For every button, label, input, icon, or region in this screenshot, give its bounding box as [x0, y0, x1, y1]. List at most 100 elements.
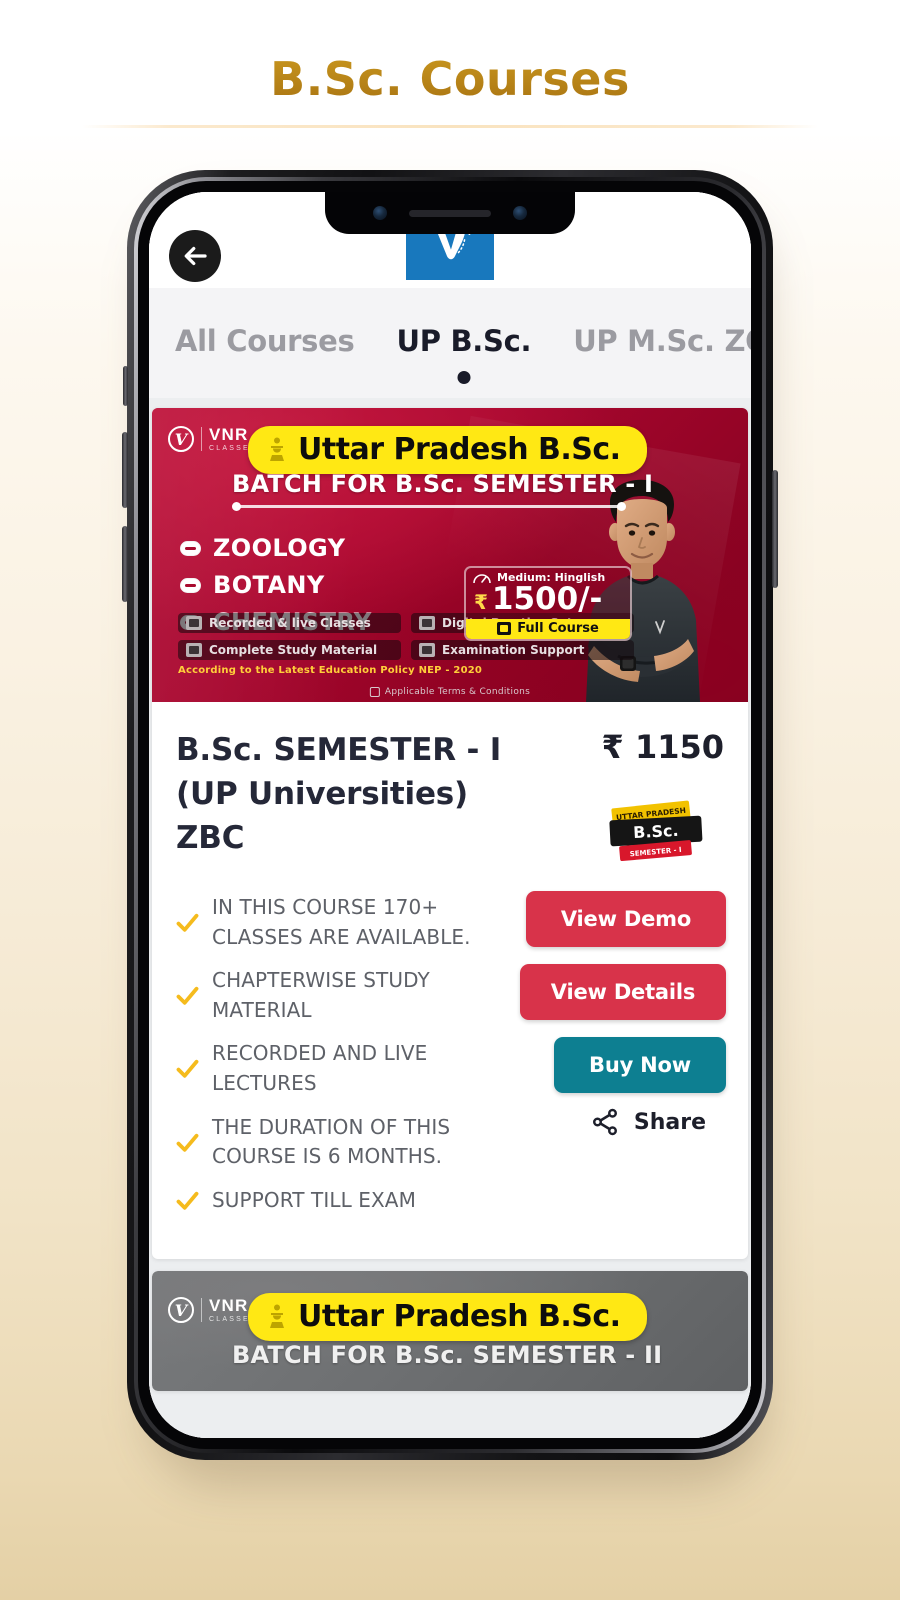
ashoka-emblem-icon	[270, 437, 284, 461]
share-icon	[592, 1108, 617, 1136]
feature-item: THE DURATION OF THIS COURSE IS 6 MONTHS.	[174, 1113, 508, 1172]
feature-item: RECORDED AND LIVE LECTURES	[174, 1039, 508, 1098]
tab-up-bsc[interactable]: UP B.Sc.	[396, 324, 531, 362]
phone-frame-outer: All Courses UP B.Sc. UP M.Sc. ZOO	[122, 170, 778, 1460]
rupee-icon: ₹	[474, 590, 488, 614]
course-tabs[interactable]: All Courses UP B.Sc. UP M.Sc. ZOO	[149, 288, 751, 398]
subject-item: ZOOLOGY	[180, 534, 372, 562]
check-icon	[176, 913, 199, 932]
vnr-mark-icon: V	[168, 426, 194, 452]
course-title: B.Sc. SEMESTER - I (UP Universities) ZBC	[176, 732, 502, 857]
practice-icon	[419, 616, 435, 630]
next-brand-logo: V VNR CLASSES	[168, 1297, 257, 1324]
banner-brand-logo: V VNR CLASSES	[168, 426, 257, 452]
back-button[interactable]	[169, 230, 221, 282]
view-demo-button[interactable]: View Demo	[526, 891, 726, 947]
feature-item: CHAPTERWISE STUDY MATERIAL	[174, 966, 508, 1025]
feature-label: SUPPORT TILL EXAM	[212, 1187, 416, 1212]
next-batch-line: BATCH FOR B.Sc. SEMESTER - II	[232, 1341, 663, 1370]
page-title: B.Sc. Courses	[0, 52, 900, 106]
svg-text:B.Sc.: B.Sc.	[633, 821, 679, 842]
banner-full-course-tag: Full Course	[466, 619, 630, 639]
banner-price-value: 1500/-	[491, 581, 603, 617]
banner-batch-line: BATCH FOR B.Sc. SEMESTER - I	[232, 470, 654, 498]
course-actions: View Demo View Details Buy Now Share	[516, 887, 726, 1229]
banner-nep-line: According to the Latest Education Policy…	[178, 665, 483, 676]
feature-item: IN THIS COURSE 170+ CLASSES ARE AVAILABL…	[174, 893, 508, 952]
check-icon	[176, 1060, 199, 1079]
feature-label: CHAPTERWISE STUDY MATERIAL	[212, 968, 430, 1022]
course-list[interactable]: V VNR CLASSES Uttar Pradesh B.Sc. BATCH …	[149, 398, 751, 1438]
video-icon	[186, 616, 202, 630]
banner-title-pill: Uttar Pradesh B.Sc.	[248, 426, 647, 474]
phone-bezel: All Courses UP B.Sc. UP M.Sc. ZOO	[138, 181, 762, 1449]
front-camera-icon	[373, 206, 387, 220]
feature-tag-label: Examination Support	[442, 643, 585, 657]
course-card[interactable]: V VNR CLASSES Uttar Pradesh B.Sc. BATCH …	[152, 408, 748, 1260]
phone-notch	[325, 192, 575, 234]
subject-label: BOTANY	[213, 571, 325, 599]
pill-text: Uttar Pradesh B.Sc.	[298, 432, 621, 467]
feature-tag: Examination Support	[411, 640, 634, 660]
ashoka-emblem-icon	[270, 1304, 284, 1328]
course-banner[interactable]: V VNR CLASSES Uttar Pradesh B.Sc. BATCH …	[152, 408, 748, 702]
feature-item: SUPPORT TILL EXAM	[174, 1186, 508, 1216]
next-title-pill: Uttar Pradesh B.Sc.	[248, 1293, 647, 1342]
face-sensor-icon	[513, 206, 527, 220]
power-button[interactable]	[772, 470, 778, 588]
share-button[interactable]: Share	[590, 1107, 726, 1137]
banner-rule	[232, 502, 626, 511]
title-divider	[82, 125, 818, 128]
banner-price: ₹1500/-	[466, 584, 630, 619]
tab-all-courses[interactable]: All Courses	[175, 324, 355, 362]
phone-mockup: All Courses UP B.Sc. UP M.Sc. ZOO	[122, 170, 778, 1486]
phone-frame-mid: All Courses UP B.Sc. UP M.Sc. ZOO	[134, 177, 766, 1453]
gauge-icon	[473, 573, 491, 583]
next-course-card[interactable]: V VNR CLASSES Uttar Pradesh B.Sc. BATCH …	[152, 1271, 748, 1392]
volume-up-button[interactable]	[122, 432, 128, 508]
banner-terms-line: Applicable Terms & Conditions	[369, 687, 531, 697]
course-details: IN THIS COURSE 170+ CLASSES ARE AVAILABL…	[152, 883, 748, 1259]
volume-down-button[interactable]	[122, 526, 128, 602]
page-header: B.Sc. Courses	[0, 0, 900, 136]
terms-label: Applicable Terms & Conditions	[384, 687, 531, 697]
arrow-left-icon	[184, 246, 207, 266]
info-icon	[369, 687, 380, 697]
view-details-button[interactable]: View Details	[520, 964, 726, 1020]
book-icon	[497, 622, 512, 635]
brand-divider	[201, 427, 202, 451]
check-icon	[176, 1191, 199, 1210]
tab-up-msc-zoo[interactable]: UP M.Sc. ZOO	[573, 324, 751, 362]
feature-tag: Recorded & live Classes	[178, 613, 401, 633]
feature-tag: Complete Study Material	[178, 640, 401, 660]
subject-label: ZOOLOGY	[213, 534, 346, 562]
brand-divider	[201, 1298, 202, 1323]
banner-price-box: Medium: Hinglish ₹1500/- Full Course	[464, 566, 632, 641]
app-container: All Courses UP B.Sc. UP M.Sc. ZOO	[149, 192, 751, 1438]
course-price: ₹ 1150	[601, 728, 724, 766]
subject-item: BOTANY	[180, 571, 372, 599]
full-course-label: Full Course	[517, 621, 599, 636]
check-icon	[176, 1133, 199, 1152]
next-course-banner[interactable]: V VNR CLASSES Uttar Pradesh B.Sc. BATCH …	[152, 1271, 748, 1392]
next-pill-text: Uttar Pradesh B.Sc.	[298, 1299, 621, 1335]
phone-screen: All Courses UP B.Sc. UP M.Sc. ZOO	[149, 192, 751, 1438]
course-feature-list: IN THIS COURSE 170+ CLASSES ARE AVAILABL…	[174, 887, 508, 1229]
support-icon	[419, 643, 435, 657]
notes-icon	[186, 643, 202, 657]
bullet-icon	[180, 577, 201, 593]
course-thumbnail: UTTAR PRADESH B.Sc. SEMESTER - I	[609, 800, 703, 862]
share-label: Share	[633, 1109, 706, 1135]
course-header: B.Sc. SEMESTER - I (UP Universities) ZBC…	[152, 702, 748, 883]
feature-label: THE DURATION OF THIS COURSE IS 6 MONTHS.	[212, 1114, 451, 1169]
silent-switch[interactable]	[123, 366, 128, 406]
feature-label: IN THIS COURSE 170+ CLASSES ARE AVAILABL…	[212, 895, 471, 949]
buy-now-button[interactable]: Buy Now	[554, 1037, 726, 1093]
vnr-mark-icon: V	[168, 1297, 194, 1324]
feature-tag-label: Recorded & live Classes	[209, 616, 371, 630]
feature-label: RECORDED AND LIVE LECTURES	[212, 1041, 428, 1095]
bullet-icon	[180, 540, 201, 556]
feature-tag-label: Complete Study Material	[209, 643, 378, 657]
check-icon	[176, 987, 199, 1006]
earpiece-speaker	[409, 209, 491, 217]
